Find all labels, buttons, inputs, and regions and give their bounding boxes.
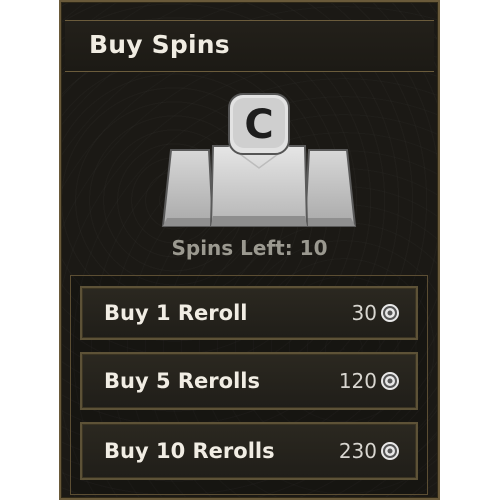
buy-10-rerolls-button[interactable]: Buy 10 Rerolls 230 [80, 422, 418, 480]
buy-option-label: Buy 10 Rerolls [104, 439, 275, 463]
panel-title: Buy Spins [89, 30, 230, 59]
spins-left-label: Spins Left: 10 [171, 236, 328, 260]
buy-spins-panel: Buy Spins C Spins Left: 10 Buy 1 Reroll … [59, 0, 440, 500]
buy-option-price: 120 [339, 369, 400, 393]
key-letter: C [244, 102, 273, 148]
coin-icon [381, 304, 399, 322]
buy-option-price: 230 [339, 439, 400, 463]
coin-icon [381, 372, 399, 390]
price-value: 30 [351, 301, 377, 325]
panel-header: Buy Spins [65, 20, 434, 72]
buy-option-price: 30 [352, 301, 400, 325]
buy-options-list: Buy 1 Reroll 30 Buy 5 Rerolls 120 Buy 10… [70, 275, 428, 495]
buy-option-label: Buy 5 Rerolls [104, 369, 260, 393]
price-value: 120 [338, 369, 377, 393]
coin-icon [381, 442, 399, 460]
price-value: 230 [338, 439, 377, 463]
buy-option-label: Buy 1 Reroll [104, 301, 248, 325]
reroll-pieces-icon: C [161, 93, 357, 227]
buy-5-rerolls-button[interactable]: Buy 5 Rerolls 120 [80, 352, 418, 410]
buy-1-reroll-button[interactable]: Buy 1 Reroll 30 [80, 286, 418, 340]
